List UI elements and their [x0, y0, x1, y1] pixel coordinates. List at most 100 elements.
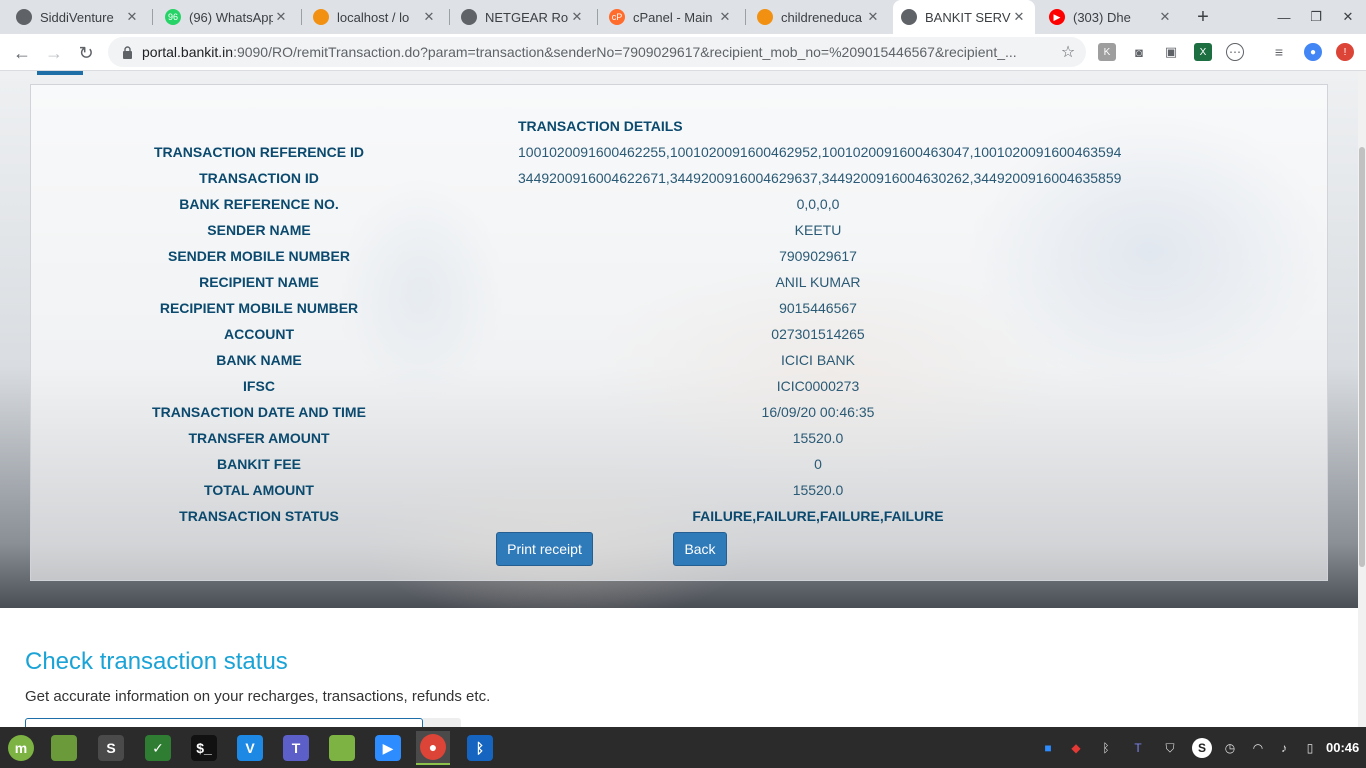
restore-icon[interactable]: ❐ [1300, 0, 1332, 34]
taskbar-app-bluetooth[interactable]: ᛒ [463, 731, 497, 765]
profile-icon[interactable]: ● [1304, 43, 1322, 61]
transaction-search-input[interactable] [25, 718, 423, 727]
browser-tab[interactable]: 96 (96) WhatsApp ✕ [157, 0, 297, 34]
detail-row: BANKIT FEE 0 [31, 451, 1329, 477]
teams-tray-icon[interactable]: T [1128, 738, 1148, 758]
tab-favicon-icon: cP [609, 9, 625, 25]
tab-favicon-icon: ▶ [1049, 9, 1065, 25]
detail-label: TOTAL AMOUNT [204, 482, 314, 498]
detail-row: BANK REFERENCE NO. 0,0,0,0 [31, 191, 1329, 217]
detail-row: BANK NAME ICICI BANK [31, 347, 1329, 373]
browser-tab[interactable]: localhost / lo ✕ [305, 0, 445, 34]
camera-icon[interactable]: ◙ [1130, 43, 1148, 61]
tab-close-icon[interactable]: ✕ [1157, 9, 1173, 25]
taskbar-app-mint-menu[interactable]: m [4, 731, 38, 765]
reload-icon[interactable]: ↻ [72, 39, 100, 67]
browser-tab[interactable]: BANKIT SERVI ✕ [893, 0, 1035, 34]
detail-value: 15520.0 [792, 430, 844, 446]
minimize-icon[interactable]: — [1268, 0, 1300, 34]
detail-value: 9015446567 [779, 300, 857, 316]
files-icon [51, 735, 77, 761]
taskbar-clock[interactable]: 00:46 [1326, 740, 1359, 755]
tab-close-icon[interactable]: ✕ [273, 9, 289, 25]
sound-tray-icon[interactable]: ♪ [1274, 738, 1294, 758]
tab-favicon-icon [16, 9, 32, 25]
shield-icon: ✓ [145, 735, 171, 761]
sublime-icon: S [98, 735, 124, 761]
tab-close-icon[interactable]: ✕ [124, 9, 140, 25]
excel-icon[interactable]: X [1194, 43, 1212, 61]
update-icon[interactable]: ! [1336, 43, 1354, 61]
wifi-tray-icon[interactable]: ◠ [1248, 738, 1268, 758]
lock-icon[interactable] [120, 45, 134, 59]
detail-label: TRANSACTION REFERENCE ID [153, 144, 364, 160]
detail-label: TRANSACTION STATUS [179, 508, 339, 524]
detail-row: TRANSACTION STATUS FAILURE,FAILURE,FAILUR… [31, 503, 1329, 529]
tab-close-icon[interactable]: ✕ [1011, 9, 1027, 25]
tab-close-icon[interactable]: ✕ [569, 9, 585, 25]
tab-search-icon[interactable]: ≡ [1270, 43, 1288, 61]
detail-row: RECIPIENT NAME ANIL KUMAR [31, 269, 1329, 295]
tab-favicon-icon [313, 9, 329, 25]
anydesk-tray-icon[interactable]: ◆ [1066, 738, 1086, 758]
check-status-subtitle: Get accurate information on your recharg… [25, 688, 491, 705]
taskbar-app-zoom[interactable]: ▶ [371, 731, 405, 765]
tab-close-icon[interactable]: ✕ [865, 9, 881, 25]
browser-tab[interactable]: ▶ (303) Dhe ✕ [1041, 0, 1181, 34]
tab-close-icon[interactable]: ✕ [421, 9, 437, 25]
taskbar-app-terminal[interactable]: $_ [187, 731, 221, 765]
forward-nav-icon[interactable]: → [40, 39, 68, 67]
transaction-search-button[interactable] [423, 718, 461, 727]
taskbar-app-vscode[interactable]: V [233, 731, 267, 765]
detail-label: BANKIT FEE [217, 456, 301, 472]
tab-favicon-icon [901, 9, 917, 25]
panel-title: TRANSACTION DETAILS [518, 118, 683, 134]
detail-label: SENDER NAME [207, 222, 311, 238]
tab-favicon-icon: 96 [165, 9, 181, 25]
detail-label: RECIPIENT NAME [199, 274, 319, 290]
taskbar-app-folder[interactable] [325, 731, 359, 765]
detail-row: ACCOUNT 027301514265 [31, 321, 1329, 347]
tab-separator [301, 9, 302, 25]
back-nav-icon[interactable]: ← [8, 39, 36, 67]
taskbar-app-files[interactable] [47, 731, 81, 765]
clock-tray-icon[interactable]: ◷ [1220, 738, 1240, 758]
new-tab-button[interactable]: + [1190, 0, 1216, 34]
tab-close-icon[interactable]: ✕ [717, 9, 733, 25]
update-shield-tray-icon[interactable]: ⛉ [1160, 738, 1180, 758]
tab-separator [745, 9, 746, 25]
screenshot-icon[interactable]: ▣ [1162, 43, 1180, 61]
detail-row: TRANSACTION REFERENCE ID 1001020091600462… [31, 139, 1329, 165]
detail-row: TOTAL AMOUNT 15520.0 [31, 477, 1329, 503]
back-button[interactable]: Back [673, 532, 727, 566]
bluetooth-tray-icon[interactable]: ᛒ [1096, 738, 1116, 758]
browser-tab[interactable]: cP cPanel - Main ✕ [601, 0, 741, 34]
extension-icon[interactable]: K [1098, 43, 1116, 61]
taskbar-app-shield[interactable]: ✓ [141, 731, 175, 765]
zoom-tray-icon[interactable]: ■ [1038, 738, 1058, 758]
skype-tray-icon[interactable]: S [1192, 738, 1212, 758]
browser-tab[interactable]: SiddiVenture ✕ [8, 0, 148, 34]
page-scrollbar[interactable] [1358, 71, 1366, 727]
close-window-icon[interactable]: ✕ [1332, 0, 1364, 34]
taskbar-app-teams[interactable]: T [279, 731, 313, 765]
bookmark-star-icon[interactable]: ☆ [1056, 42, 1080, 62]
print-receipt-button[interactable]: Print receipt [496, 532, 593, 566]
extension-circle-icon[interactable]: ⋯ [1226, 43, 1244, 61]
transaction-details-panel: TRANSACTION DETAILS TRANSACTION REFERENC… [30, 84, 1328, 581]
browser-tab[interactable]: NETGEAR Rou ✕ [453, 0, 593, 34]
browser-tab[interactable]: childreneduca ✕ [749, 0, 889, 34]
scrollbar-thumb[interactable] [1359, 147, 1365, 567]
address-bar[interactable]: portal.bankit.in:9090/RO/remitTransactio… [108, 37, 1086, 67]
vscode-icon: V [237, 735, 263, 761]
taskbar-app-chrome[interactable]: ● [416, 731, 450, 765]
detail-value: FAILURE,FAILURE,FAILURE,FAILURE [692, 508, 944, 524]
detail-label: IFSC [243, 378, 275, 394]
tab-title: cPanel - Main [633, 9, 713, 25]
detail-value: 7909029617 [779, 248, 857, 264]
taskbar-app-sublime[interactable]: S [94, 731, 128, 765]
detail-value: 027301514265 [771, 326, 865, 342]
battery-tray-icon[interactable]: ▯ [1300, 738, 1320, 758]
detail-value: 16/09/20 00:46:35 [761, 404, 875, 420]
chrome-icon: ● [420, 734, 446, 760]
